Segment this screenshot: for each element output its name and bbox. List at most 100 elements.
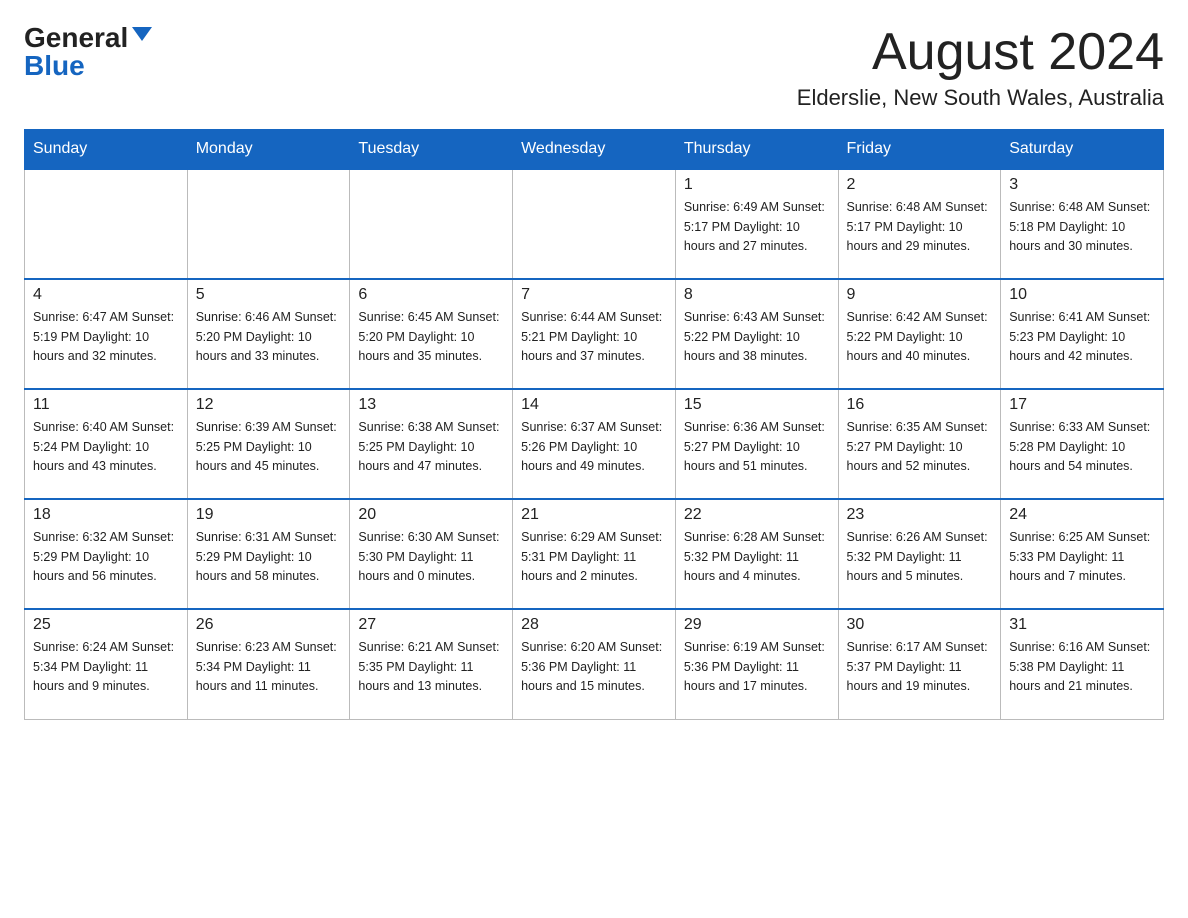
day-info: Sunrise: 6:33 AM Sunset: 5:28 PM Dayligh… [1009,418,1155,476]
calendar-cell: 27Sunrise: 6:21 AM Sunset: 5:35 PM Dayli… [350,609,513,719]
day-number: 17 [1009,396,1155,414]
day-number: 28 [521,616,667,634]
day-info: Sunrise: 6:48 AM Sunset: 5:18 PM Dayligh… [1009,198,1155,256]
logo-triangle-icon [132,27,152,41]
week-row-2: 4 Sunrise: 6:47 AM Sunset: 5:19 PM Daylig… [25,279,1164,389]
column-header-sunday: Sunday [25,130,188,170]
calendar-cell: 2Sunrise: 6:48 AM Sunset: 5:17 PM Daylig… [838,169,1001,279]
day-number: 6 [358,286,504,304]
calendar-cell: 9 Sunrise: 6:42 AM Sunset: 5:22 PM Daylig… [838,279,1001,389]
calendar-cell: 12Sunrise: 6:39 AM Sunset: 5:25 PM Dayli… [187,389,350,499]
calendar-cell: 26Sunrise: 6:23 AM Sunset: 5:34 PM Dayli… [187,609,350,719]
day-info: Sunrise: 6:28 AM Sunset: 5:32 PM Dayligh… [684,528,830,586]
day-info: Sunrise: 6:39 AM Sunset: 5:25 PM Dayligh… [196,418,342,476]
month-title: August 2024 [797,24,1164,81]
column-header-saturday: Saturday [1001,130,1164,170]
column-header-wednesday: Wednesday [513,130,676,170]
header-row: SundayMondayTuesdayWednesdayThursdayFrid… [25,130,1164,170]
calendar-cell: 15 Sunrise: 6:36 AM Sunset: 5:27 PM Dayli… [675,389,838,499]
day-number: 29 [684,616,830,634]
day-number: 27 [358,616,504,634]
calendar-cell: 25 Sunrise: 6:24 AM Sunset: 5:34 PM Dayli… [25,609,188,719]
calendar-cell: 8Sunrise: 6:43 AM Sunset: 5:22 PM Daylig… [675,279,838,389]
day-number: 11 [33,396,179,414]
page-header: General Blue August 2024 Elderslie, New … [24,24,1164,111]
calendar-cell: 21 Sunrise: 6:29 AM Sunset: 5:31 PM Dayli… [513,499,676,609]
day-number: 2 [847,176,993,194]
day-info: Sunrise: 6:26 AM Sunset: 5:32 PM Dayligh… [847,528,993,586]
calendar-cell: 16 Sunrise: 6:35 AM Sunset: 5:27 PM Dayli… [838,389,1001,499]
week-row-3: 11 Sunrise: 6:40 AM Sunset: 5:24 PM Dayli… [25,389,1164,499]
day-number: 30 [847,616,993,634]
calendar-cell [513,169,676,279]
logo-blue: Blue [24,50,85,82]
day-number: 1 [684,176,830,194]
day-number: 9 [847,286,993,304]
day-number: 24 [1009,506,1155,524]
calendar-cell [187,169,350,279]
day-number: 15 [684,396,830,414]
day-number: 14 [521,396,667,414]
title-area: August 2024 Elderslie, New South Wales, … [797,24,1164,111]
calendar-cell: 31 Sunrise: 6:16 AM Sunset: 5:38 PM Dayli… [1001,609,1164,719]
day-info: Sunrise: 6:47 AM Sunset: 5:19 PM Dayligh… [33,308,179,366]
calendar-cell: 1 Sunrise: 6:49 AM Sunset: 5:17 PM Daylig… [675,169,838,279]
calendar-cell: 6 Sunrise: 6:45 AM Sunset: 5:20 PM Daylig… [350,279,513,389]
column-header-tuesday: Tuesday [350,130,513,170]
day-number: 21 [521,506,667,524]
day-info: Sunrise: 6:46 AM Sunset: 5:20 PM Dayligh… [196,308,342,366]
calendar-cell [350,169,513,279]
calendar-cell: 30Sunrise: 6:17 AM Sunset: 5:37 PM Dayli… [838,609,1001,719]
day-number: 19 [196,506,342,524]
day-info: Sunrise: 6:19 AM Sunset: 5:36 PM Dayligh… [684,638,830,696]
day-number: 31 [1009,616,1155,634]
week-row-1: 1 Sunrise: 6:49 AM Sunset: 5:17 PM Daylig… [25,169,1164,279]
day-info: Sunrise: 6:40 AM Sunset: 5:24 PM Dayligh… [33,418,179,476]
calendar-cell: 19 Sunrise: 6:31 AM Sunset: 5:29 PM Dayli… [187,499,350,609]
day-info: Sunrise: 6:35 AM Sunset: 5:27 PM Dayligh… [847,418,993,476]
calendar-cell: 23Sunrise: 6:26 AM Sunset: 5:32 PM Dayli… [838,499,1001,609]
day-info: Sunrise: 6:31 AM Sunset: 5:29 PM Dayligh… [196,528,342,586]
calendar-cell: 10Sunrise: 6:41 AM Sunset: 5:23 PM Dayli… [1001,279,1164,389]
day-number: 3 [1009,176,1155,194]
calendar-cell: 14 Sunrise: 6:37 AM Sunset: 5:26 PM Dayli… [513,389,676,499]
logo: General Blue [24,24,152,82]
calendar-table: SundayMondayTuesdayWednesdayThursdayFrid… [24,129,1164,720]
day-number: 16 [847,396,993,414]
day-info: Sunrise: 6:41 AM Sunset: 5:23 PM Dayligh… [1009,308,1155,366]
calendar-cell: 18Sunrise: 6:32 AM Sunset: 5:29 PM Dayli… [25,499,188,609]
logo-general: General [24,24,128,52]
location-title: Elderslie, New South Wales, Australia [797,85,1164,111]
week-row-4: 18Sunrise: 6:32 AM Sunset: 5:29 PM Dayli… [25,499,1164,609]
column-header-friday: Friday [838,130,1001,170]
day-info: Sunrise: 6:45 AM Sunset: 5:20 PM Dayligh… [358,308,504,366]
calendar-cell: 20Sunrise: 6:30 AM Sunset: 5:30 PM Dayli… [350,499,513,609]
day-info: Sunrise: 6:32 AM Sunset: 5:29 PM Dayligh… [33,528,179,586]
day-info: Sunrise: 6:29 AM Sunset: 5:31 PM Dayligh… [521,528,667,586]
day-info: Sunrise: 6:25 AM Sunset: 5:33 PM Dayligh… [1009,528,1155,586]
day-info: Sunrise: 6:43 AM Sunset: 5:22 PM Dayligh… [684,308,830,366]
day-number: 4 [33,286,179,304]
day-info: Sunrise: 6:24 AM Sunset: 5:34 PM Dayligh… [33,638,179,696]
day-number: 25 [33,616,179,634]
calendar-cell: 17 Sunrise: 6:33 AM Sunset: 5:28 PM Dayli… [1001,389,1164,499]
day-number: 13 [358,396,504,414]
day-number: 20 [358,506,504,524]
calendar-cell: 29 Sunrise: 6:19 AM Sunset: 5:36 PM Dayli… [675,609,838,719]
day-info: Sunrise: 6:44 AM Sunset: 5:21 PM Dayligh… [521,308,667,366]
day-info: Sunrise: 6:49 AM Sunset: 5:17 PM Dayligh… [684,198,830,256]
calendar-cell [25,169,188,279]
day-number: 22 [684,506,830,524]
day-info: Sunrise: 6:42 AM Sunset: 5:22 PM Dayligh… [847,308,993,366]
day-info: Sunrise: 6:16 AM Sunset: 5:38 PM Dayligh… [1009,638,1155,696]
day-info: Sunrise: 6:20 AM Sunset: 5:36 PM Dayligh… [521,638,667,696]
day-number: 5 [196,286,342,304]
calendar-cell: 3 Sunrise: 6:48 AM Sunset: 5:18 PM Daylig… [1001,169,1164,279]
calendar-cell: 11 Sunrise: 6:40 AM Sunset: 5:24 PM Dayli… [25,389,188,499]
week-row-5: 25 Sunrise: 6:24 AM Sunset: 5:34 PM Dayli… [25,609,1164,719]
day-info: Sunrise: 6:37 AM Sunset: 5:26 PM Dayligh… [521,418,667,476]
day-info: Sunrise: 6:23 AM Sunset: 5:34 PM Dayligh… [196,638,342,696]
day-info: Sunrise: 6:36 AM Sunset: 5:27 PM Dayligh… [684,418,830,476]
calendar-cell: 24 Sunrise: 6:25 AM Sunset: 5:33 PM Dayli… [1001,499,1164,609]
day-info: Sunrise: 6:38 AM Sunset: 5:25 PM Dayligh… [358,418,504,476]
